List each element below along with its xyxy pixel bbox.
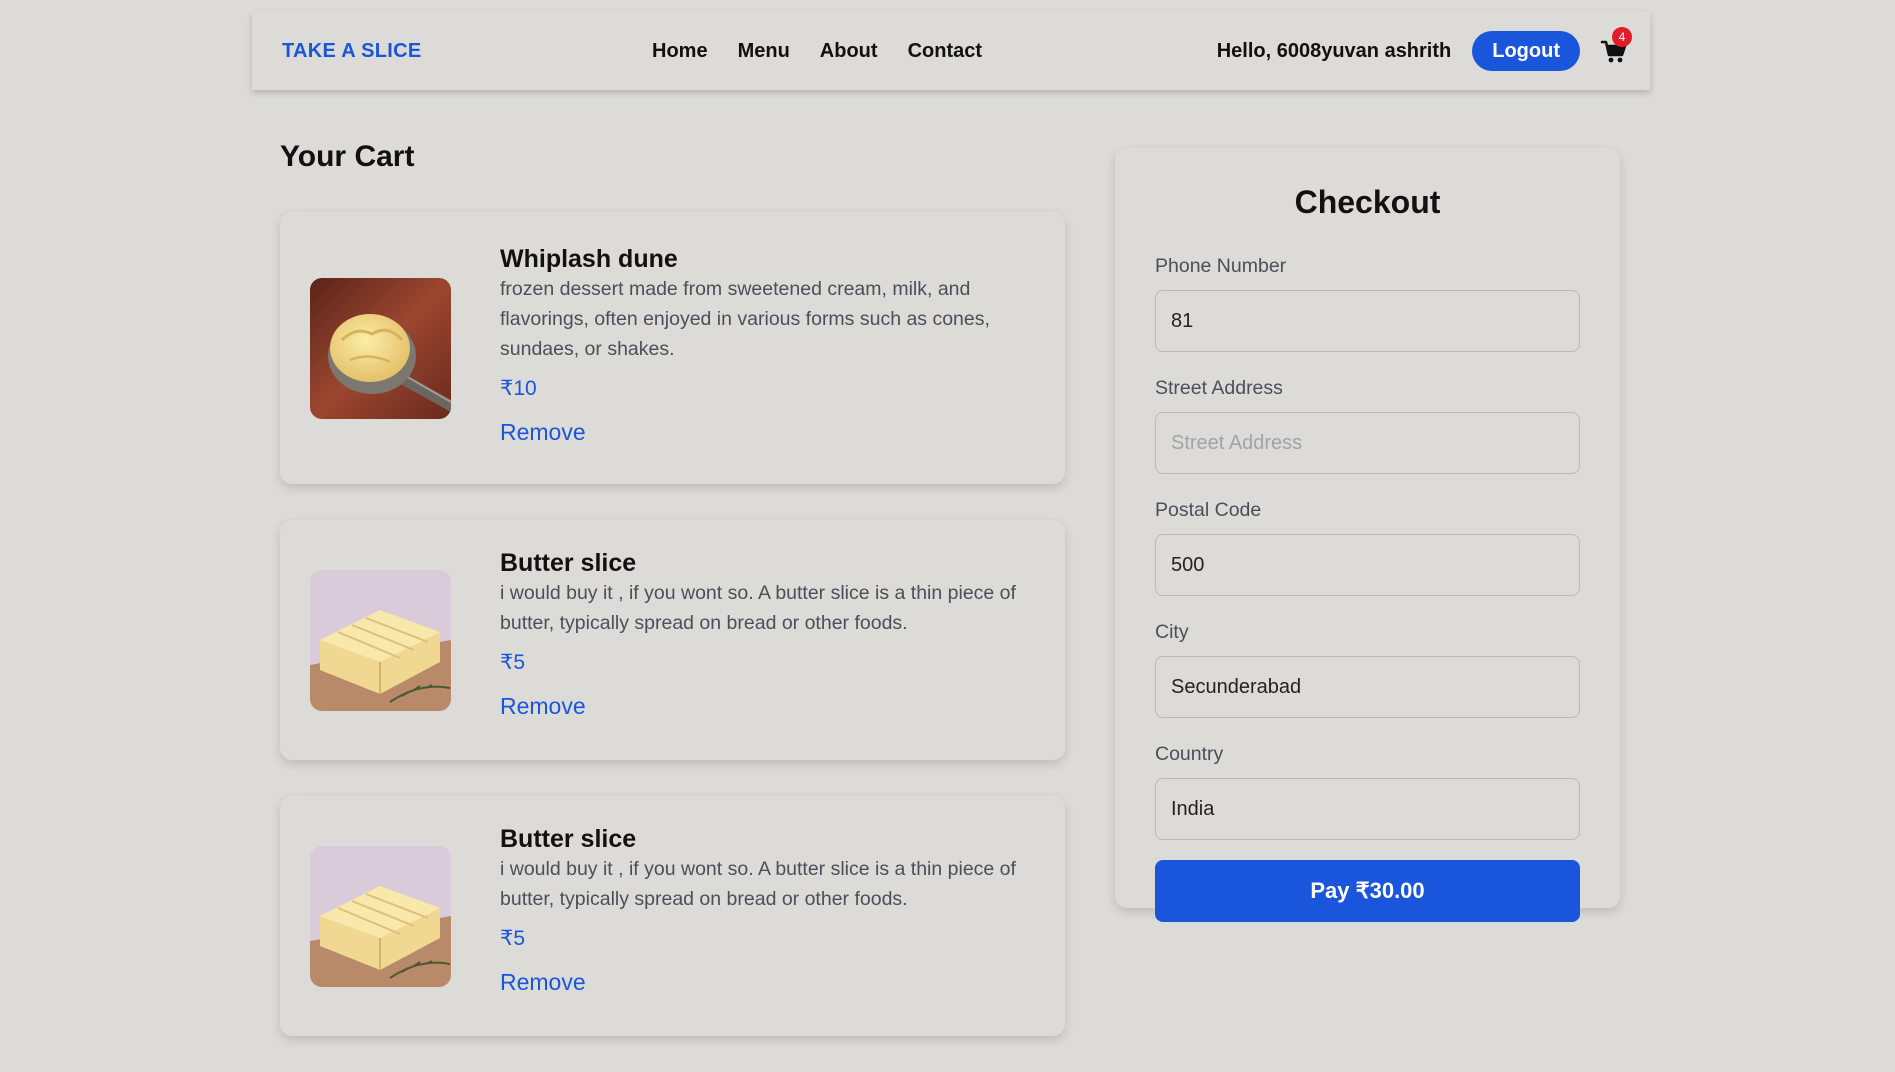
main-nav: Home Menu About Contact [652,12,982,90]
cart-item: Butter slice i would buy it , if you won… [280,796,1065,1036]
cart-item-name: Whiplash dune [500,245,678,273]
cart-title: Your Cart [280,140,415,173]
cart-item-price: ₹5 [500,651,526,674]
cart-item-details: Butter slice i would buy it , if you won… [500,824,1035,996]
remove-button[interactable]: Remove [500,418,586,446]
street-label: Street Address [1155,377,1283,399]
user-greeting: Hello, 6008yuvan ashrith [1216,39,1452,62]
nav-link-menu[interactable]: Menu [738,40,790,63]
phone-label: Phone Number [1155,255,1287,277]
navbar: TAKE A SLICE Home Menu About Contact Hel… [252,12,1650,90]
cart-item-description: i would buy it , if you wont so. A butte… [500,582,1016,634]
nav-link-contact[interactable]: Contact [908,40,982,63]
country-field-group: Country [1155,742,1580,840]
nav-link-home[interactable]: Home [652,40,708,63]
butter-block-image [310,846,451,987]
postal-code-input[interactable] [1155,534,1580,596]
remove-button[interactable]: Remove [500,692,586,720]
cart-item-description: frozen dessert made from sweetened cream… [500,278,990,360]
remove-button[interactable]: Remove [500,968,586,996]
cart-item: Whiplash dune frozen dessert made from s… [280,212,1065,484]
postal-label: Postal Code [1155,499,1262,521]
cart-item-price: ₹10 [500,377,537,400]
cart-item: Butter slice i would buy it , if you won… [280,520,1065,760]
cart-item-name: Butter slice [500,549,637,577]
phone-input[interactable] [1155,290,1580,352]
checkout-title: Checkout [1294,184,1441,220]
city-input[interactable] [1155,656,1580,718]
cart-item-details: Butter slice i would buy it , if you won… [500,548,1035,720]
cart-list: Whiplash dune frozen dessert made from s… [280,212,1065,1072]
phone-field-group: Phone Number [1155,254,1580,352]
cart-item-price: ₹5 [500,927,526,950]
city-field-group: City [1155,620,1580,718]
cart-item-description: i would buy it , if you wont so. A butte… [500,858,1016,910]
logout-button[interactable]: Logout [1472,31,1580,71]
brand-logo[interactable]: TAKE A SLICE [282,12,422,90]
postal-field-group: Postal Code [1155,498,1580,596]
street-field-group: Street Address [1155,376,1580,474]
pay-button[interactable]: Pay ₹30.00 [1155,860,1580,922]
cart-item-details: Whiplash dune frozen dessert made from s… [500,244,1035,446]
cart-icon[interactable]: 4 [1600,27,1632,65]
city-label: City [1155,621,1189,643]
nav-user-area: Hello, 6008yuvan ashrith Logout 4 [1216,12,1632,90]
checkout-panel: Checkout Phone Number Street Address Pos… [1115,148,1620,922]
country-input[interactable] [1155,778,1580,840]
butter-block-image [310,570,451,711]
nav-link-about[interactable]: About [820,40,878,63]
cart-count-badge: 4 [1612,27,1632,47]
country-label: Country [1155,743,1224,765]
ice-cream-scoop-image [310,278,451,419]
street-address-input[interactable] [1155,412,1580,474]
cart-item-name: Butter slice [500,825,637,853]
